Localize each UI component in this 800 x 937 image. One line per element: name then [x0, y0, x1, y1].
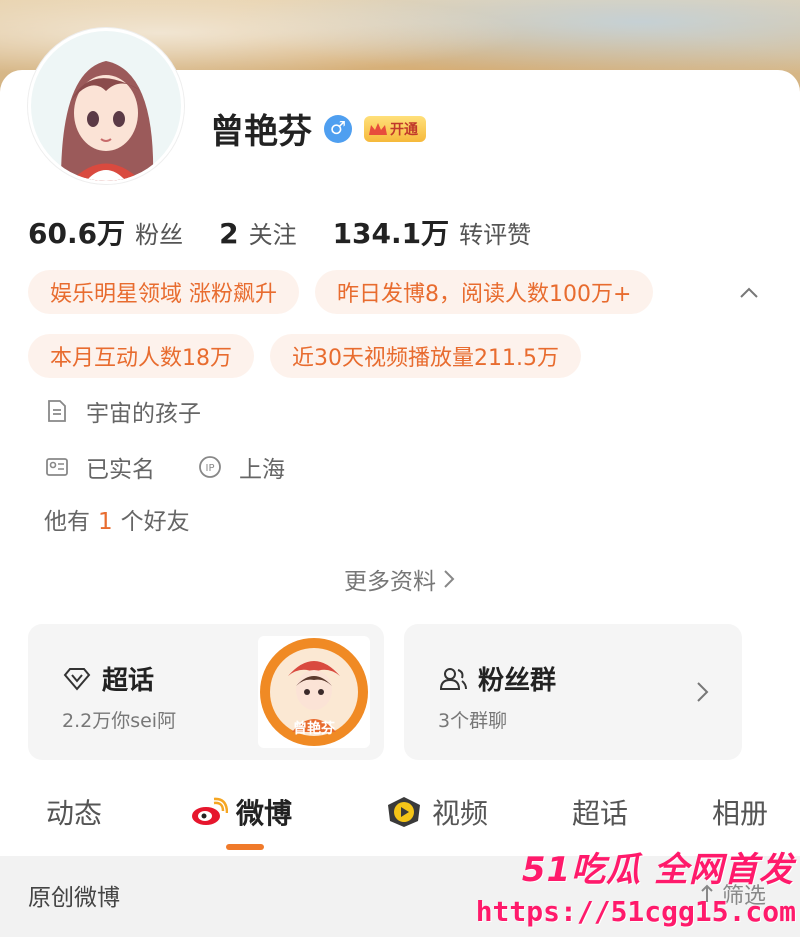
stats-row: 60.6万 粉丝 2 关注 134.1万 转评赞 [28, 212, 567, 252]
stat-value: 134.1万 [332, 217, 450, 250]
tab-label: 相册 [712, 797, 769, 830]
watermark-url: https://51cgg15.com [475, 895, 796, 928]
ip-location: 上海 [239, 457, 285, 483]
tag-monthly-interactions[interactable]: 本月互动人数18万 [28, 334, 254, 378]
tab-label: 超话 [572, 797, 629, 830]
stat-label: 关注 [248, 221, 297, 249]
verification-line: 已实名 IP 上海 [44, 450, 285, 484]
weibo-logo-icon [192, 797, 228, 825]
original-posts-label: 原创微博 [28, 885, 120, 911]
tab-label: 微博 [236, 797, 293, 830]
friends-count: 1 [98, 509, 113, 535]
vip-label: 开通 [390, 121, 418, 138]
friends-suffix: 个好友 [120, 509, 190, 535]
diamond-icon [63, 667, 91, 691]
chevron-right-icon [697, 682, 709, 702]
bio-text: 宇宙的孩子 [86, 401, 201, 427]
stat-value: 2 [219, 217, 239, 250]
chevron-right-icon [444, 570, 455, 588]
gender-male-icon: ♂ [324, 114, 352, 143]
tag-row: 本月互动人数18万 近30天视频播放量211.5万 [28, 334, 788, 378]
video-icon [388, 797, 420, 827]
tag-video-plays[interactable]: 近30天视频播放量211.5万 [270, 334, 581, 378]
tag-yesterday-posts[interactable]: 昨日发博8，阅读人数100万+ [315, 270, 654, 314]
stat-label: 转评赞 [459, 221, 532, 249]
verified-text: 已实名 [86, 457, 155, 483]
more-info-link[interactable]: 更多资料 [0, 562, 800, 596]
stat-following[interactable]: 2 关注 [219, 215, 296, 250]
tag-row: 娱乐明星领域 涨粉飙升 昨日发博8，阅读人数100万+ [28, 270, 788, 314]
group-icon [439, 667, 467, 690]
tab-label: 视频 [432, 797, 489, 830]
stat-value: 60.6万 [28, 217, 126, 250]
active-tab-indicator [226, 844, 264, 850]
stat-fans[interactable]: 60.6万 粉丝 [28, 212, 183, 252]
friends-line[interactable]: 他有 1 个好友 [44, 502, 190, 536]
tab-weibo[interactable]: 微博 [190, 792, 292, 832]
supertopic-subtitle: 2.2万你sei阿 [62, 710, 177, 732]
avatar[interactable] [28, 28, 184, 184]
fan-group-title: 粉丝群 [478, 666, 557, 696]
tab-activity[interactable]: 动态 [46, 792, 102, 832]
id-card-icon [46, 458, 68, 476]
tab-album[interactable]: 相册 [712, 792, 768, 832]
fan-group-title-row: 粉丝群 [438, 660, 556, 697]
supertopic-title-row: 超话 [62, 660, 154, 697]
tab-video[interactable]: 视频 [384, 792, 488, 832]
more-info-label: 更多资料 [344, 569, 436, 595]
friends-prefix: 他有 [44, 509, 90, 535]
document-icon [48, 400, 66, 422]
tab-label: 动态 [46, 797, 103, 830]
fan-group-card[interactable]: 粉丝群 3个群聊 [404, 624, 742, 760]
tab-supertopic[interactable]: 超话 [572, 792, 628, 832]
name-row: 曾艳芬 ♂ 开通 [210, 104, 426, 153]
stat-label: 粉丝 [135, 221, 184, 249]
avatar-illustration [31, 31, 181, 181]
supertopic-image-caption: 曾艳芬 [293, 721, 335, 737]
user-name: 曾艳芬 [210, 112, 312, 152]
vip-open-badge[interactable]: 开通 [364, 115, 426, 142]
bio-line: 宇宙的孩子 [44, 394, 201, 428]
supertopic-image: 曾艳芬 [258, 636, 370, 748]
svg-text:IP: IP [206, 463, 215, 474]
crown-icon [369, 122, 387, 135]
ip-icon: IP [199, 456, 221, 478]
stat-reposts-comments-likes[interactable]: 134.1万 转评赞 [333, 212, 532, 252]
fan-group-subtitle: 3个群聊 [438, 710, 508, 732]
chevron-up-icon[interactable] [738, 282, 760, 304]
supertopic-title: 超话 [102, 666, 155, 696]
tag-fans-surge[interactable]: 娱乐明星领域 涨粉飙升 [28, 270, 299, 314]
profile-tabs: 动态 微博 视频 超话 相册 [0, 784, 800, 850]
supertopic-card[interactable]: 超话 2.2万你sei阿 曾艳芬 [28, 624, 384, 760]
watermark-brand: 51吃瓜 全网首发 [521, 850, 794, 890]
achievement-tags: 娱乐明星领域 涨粉飙升 昨日发博8，阅读人数100万+ 本月互动人数18万 近3… [28, 270, 788, 398]
